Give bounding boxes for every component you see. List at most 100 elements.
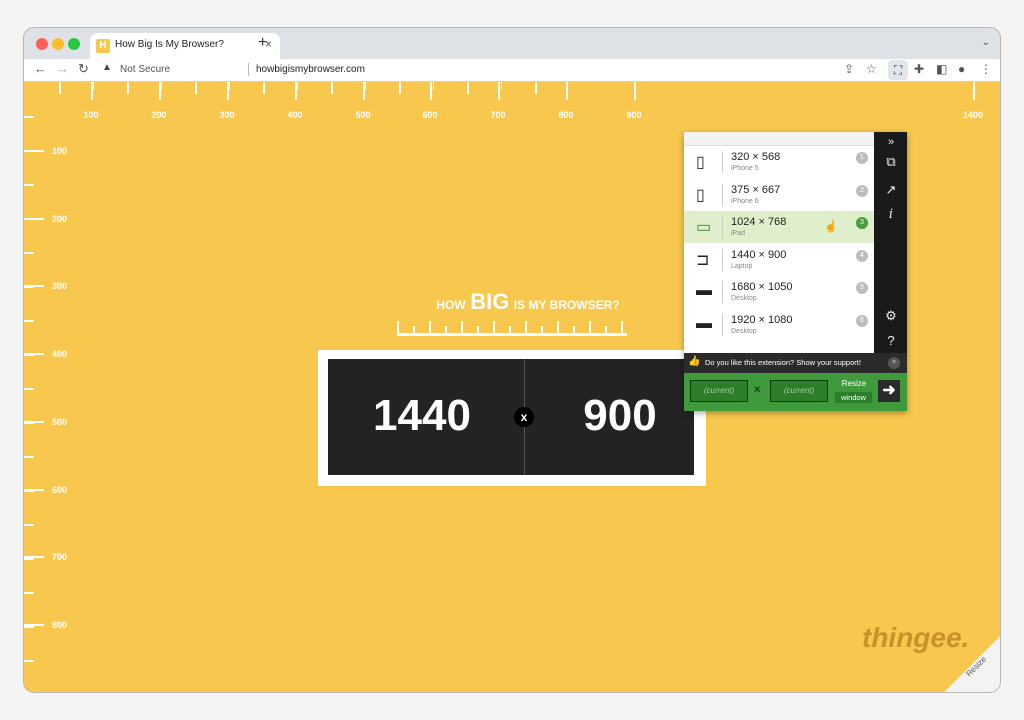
ruler-tick: [229, 82, 230, 90]
sidebar-icon[interactable]: ◧: [936, 62, 947, 76]
preset-list-header: [684, 132, 874, 146]
ruler-tick: [365, 82, 366, 90]
ruler-tick: [24, 320, 34, 322]
ruler-top-label: 600: [422, 110, 438, 120]
preset-device-name: Laptop: [731, 262, 753, 270]
mini-ruler-tick: [605, 326, 607, 333]
logo-how: HOW: [436, 298, 466, 312]
top-ruler: 100 200 300 400 500 600 700 800 900 1400: [24, 82, 1000, 122]
preset-item[interactable]: ▯ 375 × 667 iPhone 6 2: [684, 179, 874, 211]
preset-resolution: 375 × 667: [731, 183, 781, 196]
star-icon[interactable]: ☆: [866, 62, 877, 76]
ruler-tick: [195, 82, 197, 94]
mini-ruler-tick: [509, 326, 511, 333]
preset-separator: [722, 281, 723, 303]
resize-window-label[interactable]: window: [835, 392, 872, 403]
ruler-left-label: 100: [52, 146, 68, 156]
tablet-icon: ▭: [696, 219, 712, 236]
preset-separator: [722, 248, 723, 271]
puzzle-icon[interactable]: ✚: [914, 62, 924, 76]
ruler-tick: [24, 660, 34, 662]
preset-item[interactable]: ▬ 1920 × 1080 Desktop 6: [684, 309, 874, 341]
ruler-tick: [24, 624, 44, 626]
preset-item[interactable]: ▬ 1680 × 1050 Desktop 5: [684, 276, 874, 308]
preset-item[interactable]: ⊐ 1440 × 900 Laptop 4: [684, 244, 874, 276]
ruler-tick: [430, 82, 432, 100]
ruler-tick: [24, 421, 44, 423]
tab-title: How Big Is My Browser?: [115, 39, 224, 50]
thumbs-up-icon: 👍: [688, 356, 701, 367]
forward-arrow-icon[interactable]: →: [56, 61, 69, 76]
rotate-device-icon[interactable]: ⧉: [881, 152, 901, 172]
ruler-tick: [227, 82, 229, 100]
tab-bar: H How Big Is My Browser? × + ⌄: [24, 28, 1000, 59]
preset-resolution: 1680 × 1050: [731, 281, 793, 293]
preset-device-name: iPhone 6: [731, 197, 759, 205]
ruler-top-label: 900: [626, 110, 642, 120]
settings-icon[interactable]: ⚙: [881, 306, 901, 326]
url-text[interactable]: howbigismybrowser.com: [256, 64, 365, 75]
ruler-left-label: 800: [52, 620, 68, 630]
tab-search-icon[interactable]: ⌄: [982, 37, 990, 48]
extension-sidebar: » ⧉ ↗ i ⚙ ?: [874, 132, 907, 353]
ruler-icon[interactable]: ↗: [881, 180, 901, 200]
mini-ruler-tick: [477, 326, 479, 333]
profile-icon[interactable]: ●: [958, 62, 965, 76]
preset-item[interactable]: ▭ 1024 × 768 iPad 3 ☝: [684, 211, 874, 243]
ruler-top-label: 700: [490, 110, 506, 120]
ruler-tick: [973, 82, 975, 100]
resize-go-button[interactable]: ➜: [878, 380, 900, 402]
mini-ruler-tick: [445, 326, 447, 333]
help-icon[interactable]: ?: [881, 331, 901, 351]
security-label[interactable]: Not Secure: [120, 64, 170, 75]
info-icon[interactable]: i: [881, 205, 901, 225]
logo-ruler-decoration: [397, 321, 627, 336]
resize-bar: (current) × (current) Resize window ➜: [684, 373, 907, 411]
ruler-tick: [501, 82, 502, 90]
close-window-button[interactable]: [36, 38, 48, 50]
mini-ruler-tick: [461, 321, 463, 333]
preset-resolution: 1920 × 1080: [731, 313, 793, 326]
resize-times-symbol: ×: [754, 384, 761, 396]
height-input[interactable]: (current): [770, 380, 828, 402]
maximize-window-button[interactable]: [68, 38, 80, 50]
preset-device-name: iPad: [731, 230, 746, 237]
ruler-tick: [566, 82, 568, 100]
mini-ruler-tick: [573, 326, 575, 333]
mini-ruler-tick: [621, 321, 623, 333]
warning-icon[interactable]: ▲: [102, 62, 112, 73]
preset-item[interactable]: ▯ 320 × 568 iPhone 5 1: [684, 146, 874, 178]
collapse-icon[interactable]: »: [881, 132, 901, 152]
browser-toolbar: ← → ↻ ▲ Not Secure howbigismybrowser.com…: [24, 59, 1000, 82]
preset-resolution: 320 × 568: [731, 151, 781, 163]
page-content: 100 200 300 400 500 600 700 800 900 1400 100 200 30…: [24, 82, 1000, 692]
width-input[interactable]: (current): [690, 380, 748, 402]
ruler-tick: [399, 82, 401, 94]
ruler-top-label: 1400: [962, 110, 984, 120]
ruler-top-label: 400: [287, 110, 303, 120]
menu-dots-icon[interactable]: ⋮: [980, 62, 992, 76]
minimize-window-button[interactable]: [52, 38, 64, 50]
back-arrow-icon[interactable]: ←: [34, 61, 47, 76]
ruler-tick: [24, 252, 34, 254]
extension-resize-icon[interactable]: ⛶: [888, 60, 908, 80]
share-icon[interactable]: ⇪: [844, 62, 854, 76]
logo-big: BIG: [470, 289, 510, 314]
reload-icon[interactable]: ↻: [78, 61, 89, 77]
ruler-tick: [24, 353, 44, 355]
ruler-tick: [297, 82, 298, 90]
ruler-tick: [24, 116, 34, 118]
ruler-left-label: 400: [52, 349, 68, 359]
tab-active[interactable]: H How Big Is My Browser? ×: [90, 33, 280, 59]
mini-ruler-tick: [493, 321, 495, 333]
preset-separator: [722, 151, 723, 173]
address-bar[interactable]: ▲ Not Secure howbigismybrowser.com: [100, 59, 880, 81]
support-close-icon[interactable]: ×: [888, 357, 900, 369]
ruler-tick: [59, 82, 61, 94]
ruler-tick: [127, 82, 129, 94]
ruler-top-label: 100: [83, 110, 99, 120]
support-text[interactable]: Do you like this extension? Show your su…: [705, 358, 861, 367]
new-tab-button[interactable]: +: [258, 34, 267, 52]
ruler-tick: [24, 456, 34, 458]
ruler-left-label: 700: [52, 552, 68, 562]
